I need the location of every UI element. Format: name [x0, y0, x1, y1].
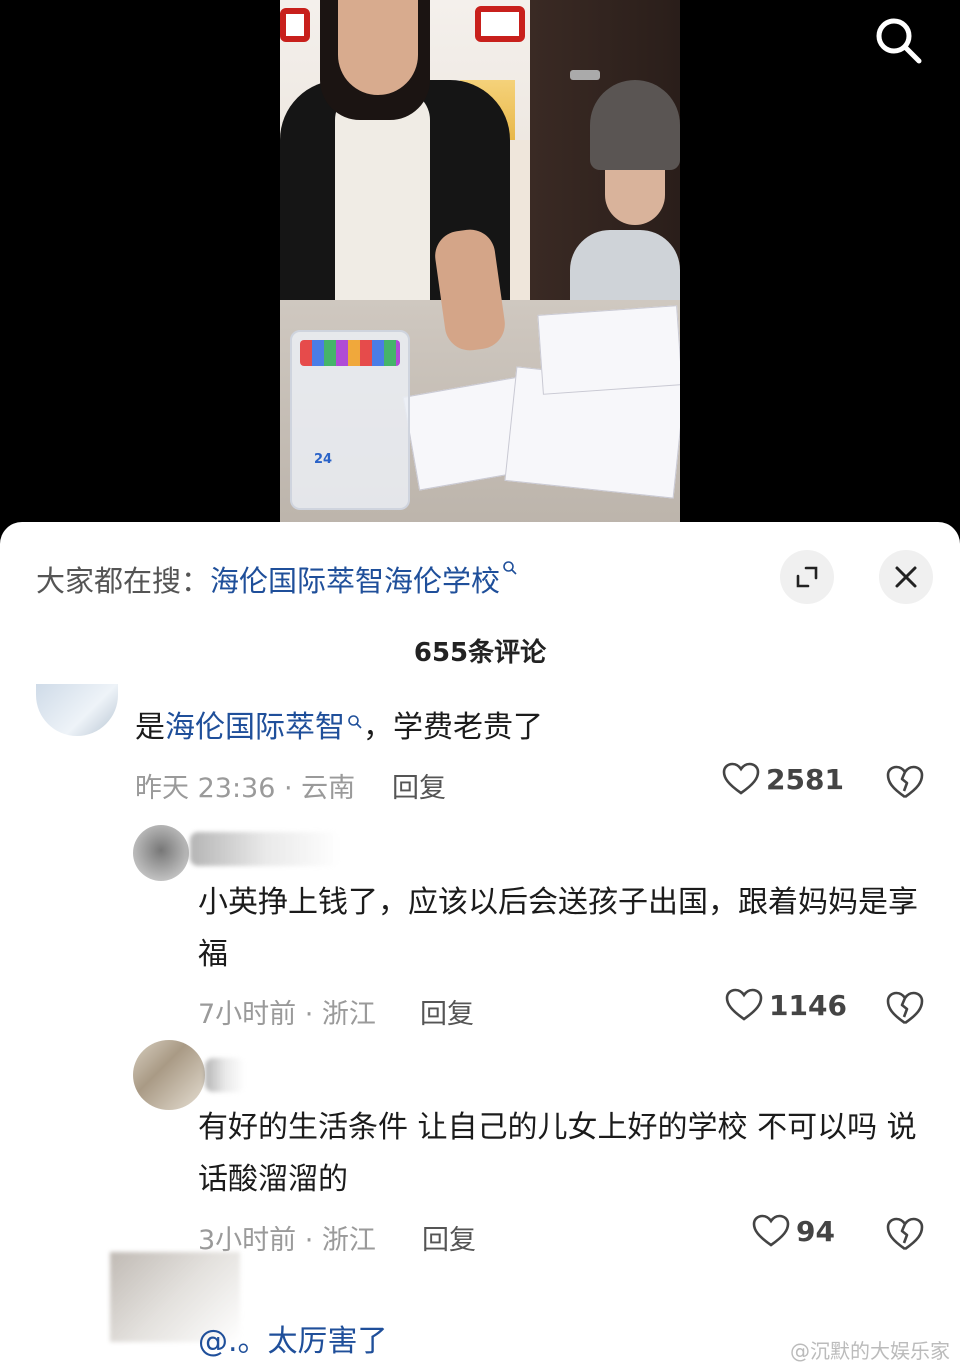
close-icon	[895, 566, 917, 588]
broken-heart-icon[interactable]	[885, 1216, 925, 1252]
comment-text: 是海伦国际萃智 ，学费老贵了	[135, 702, 543, 754]
comment-text-part: ，学费老贵了	[363, 710, 543, 745]
like-count: 2581	[766, 762, 844, 796]
like-button[interactable]: 94	[752, 1214, 835, 1248]
reply-button[interactable]: 回复	[420, 992, 474, 1031]
marker-caps	[300, 340, 400, 366]
paper	[537, 305, 680, 395]
expand-button[interactable]	[780, 550, 834, 604]
comment-text: 有好的生活条件 让自己的儿女上好的学校 不可以吗 说话酸溜溜的	[198, 1110, 917, 1197]
close-button[interactable]	[879, 550, 933, 604]
comment-text-part: 是	[135, 710, 165, 745]
avatar[interactable]	[36, 684, 118, 736]
video-frame: 24	[280, 0, 680, 540]
search-icon[interactable]	[872, 14, 926, 68]
comment-text: @.。太厉害了	[198, 1316, 388, 1368]
heart-icon	[752, 1214, 790, 1247]
like-count: 1146	[769, 988, 847, 1022]
trending-prefix: 大家都在搜：	[36, 564, 211, 598]
comment-search-link[interactable]: 海伦国际萃智	[165, 710, 345, 745]
username-blurred	[205, 1058, 245, 1092]
girl-cap	[590, 80, 680, 170]
comment-meta: 7小时前 · 浙江	[198, 999, 376, 1030]
reply-button[interactable]: 回复	[392, 766, 446, 805]
comment-mention: @.。太厉害了	[198, 1324, 388, 1359]
comment-sheet: 大家都在搜：海伦国际萃智海伦学校 655条评论 是海伦国际萃智 ，学费老贵了 昨天…	[0, 522, 960, 1370]
like-button[interactable]: 1146	[725, 988, 847, 1022]
woman-face	[338, 0, 418, 95]
marker-box-label: 24	[314, 452, 333, 467]
search-icon	[348, 715, 362, 729]
video-player[interactable]: 24	[0, 0, 960, 540]
wall-decoration	[280, 8, 310, 42]
comment-count: 655条评论	[413, 638, 547, 668]
like-count: 94	[796, 1214, 835, 1248]
broken-heart-icon[interactable]	[885, 764, 925, 800]
username-blurred	[190, 832, 340, 866]
trending-query-link[interactable]: 海伦国际萃智海伦学校	[210, 564, 500, 598]
heart-icon	[725, 988, 763, 1021]
watermark: @沉默的大娱乐家	[790, 1339, 950, 1363]
heart-icon	[722, 762, 760, 795]
broken-heart-icon[interactable]	[885, 990, 925, 1026]
comment-meta: 昨天 23:36 · 云南	[135, 773, 356, 804]
reply-button[interactable]: 回复	[422, 1218, 476, 1257]
search-icon	[503, 561, 517, 575]
trending-search[interactable]: 大家都在搜：海伦国际萃智海伦学校	[36, 558, 518, 600]
marker-box: 24	[290, 330, 410, 510]
wall-decoration	[475, 6, 525, 42]
avatar[interactable]	[133, 825, 189, 881]
expand-icon	[796, 566, 818, 588]
like-button[interactable]: 2581	[722, 762, 844, 796]
door-handle	[570, 70, 600, 80]
comment-text: 小英挣上钱了，应该以后会送孩子出国，跟着妈妈是享福	[198, 885, 918, 972]
avatar[interactable]	[133, 1040, 205, 1110]
